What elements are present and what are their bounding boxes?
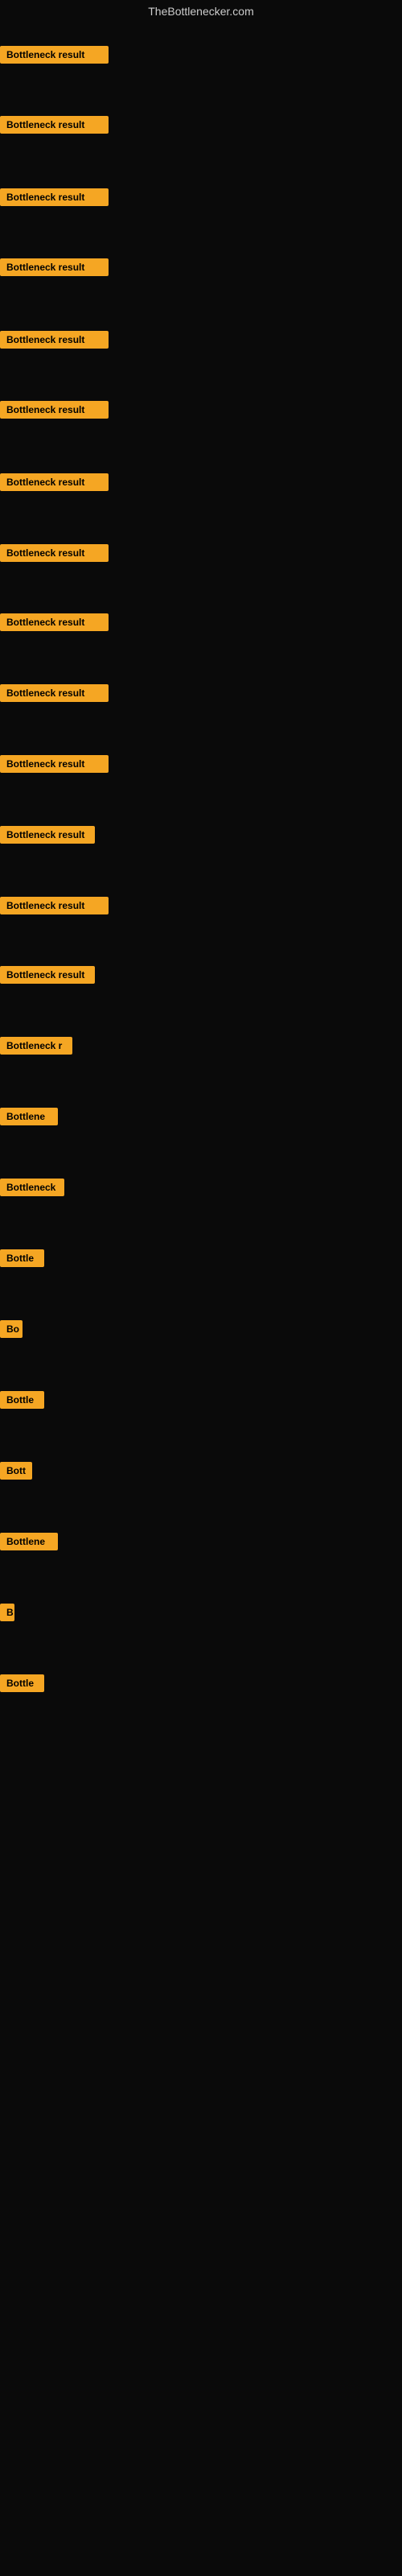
bottleneck-badge-7: Bottleneck result (0, 473, 109, 495)
bottleneck-badge-6: Bottleneck result (0, 401, 109, 423)
bottleneck-badge-3: Bottleneck result (0, 188, 109, 210)
bottleneck-badge-24: Bottle (0, 1674, 44, 1696)
bottleneck-badge-21: Bott (0, 1462, 32, 1484)
bottleneck-badge-label-22: Bottlene (0, 1533, 58, 1550)
bottleneck-badge-label-19: Bo (0, 1320, 23, 1338)
bottleneck-badge-label-10: Bottleneck result (0, 684, 109, 702)
bottleneck-badge-12: Bottleneck result (0, 826, 95, 848)
bottleneck-badge-label-13: Bottleneck result (0, 897, 109, 914)
site-title: TheBottlenecker.com (0, 0, 402, 23)
bottleneck-badge-label-16: Bottlene (0, 1108, 58, 1125)
bottleneck-badge-10: Bottleneck result (0, 684, 109, 706)
bottleneck-badge-4: Bottleneck result (0, 258, 109, 280)
bottleneck-badge-label-5: Bottleneck result (0, 331, 109, 349)
bottleneck-badge-label-1: Bottleneck result (0, 46, 109, 64)
bottleneck-badge-label-24: Bottle (0, 1674, 44, 1692)
bottleneck-badge-label-12: Bottleneck result (0, 826, 95, 844)
bottleneck-badge-label-7: Bottleneck result (0, 473, 109, 491)
bottleneck-badge-9: Bottleneck result (0, 613, 109, 635)
bottleneck-badge-19: Bo (0, 1320, 23, 1342)
bottleneck-badge-13: Bottleneck result (0, 897, 109, 919)
bottleneck-badge-16: Bottlene (0, 1108, 58, 1129)
bottleneck-badge-label-18: Bottle (0, 1249, 44, 1267)
bottleneck-badge-18: Bottle (0, 1249, 44, 1271)
bottleneck-badge-label-15: Bottleneck r (0, 1037, 72, 1055)
bottleneck-badge-11: Bottleneck result (0, 755, 109, 777)
bottleneck-badge-label-14: Bottleneck result (0, 966, 95, 984)
bottleneck-badge-label-2: Bottleneck result (0, 116, 109, 134)
bottleneck-badge-17: Bottleneck (0, 1179, 64, 1200)
bottleneck-badge-label-20: Bottle (0, 1391, 44, 1409)
bottleneck-badge-label-23: B (0, 1604, 14, 1621)
bottleneck-badge-label-17: Bottleneck (0, 1179, 64, 1196)
bottleneck-badge-23: B (0, 1604, 14, 1625)
bottleneck-badge-label-3: Bottleneck result (0, 188, 109, 206)
bottleneck-badge-22: Bottlene (0, 1533, 58, 1554)
bottleneck-badge-label-4: Bottleneck result (0, 258, 109, 276)
bottleneck-badge-20: Bottle (0, 1391, 44, 1413)
bottleneck-badge-2: Bottleneck result (0, 116, 109, 138)
bottleneck-badge-1: Bottleneck result (0, 46, 109, 68)
bottleneck-badge-label-21: Bott (0, 1462, 32, 1480)
bottleneck-badge-14: Bottleneck result (0, 966, 95, 988)
bottleneck-badge-label-6: Bottleneck result (0, 401, 109, 419)
bottleneck-badge-label-9: Bottleneck result (0, 613, 109, 631)
bottleneck-badge-8: Bottleneck result (0, 544, 109, 566)
bottleneck-badge-label-8: Bottleneck result (0, 544, 109, 562)
bottleneck-badge-5: Bottleneck result (0, 331, 109, 353)
bottleneck-badge-label-11: Bottleneck result (0, 755, 109, 773)
bottleneck-badge-15: Bottleneck r (0, 1037, 72, 1059)
